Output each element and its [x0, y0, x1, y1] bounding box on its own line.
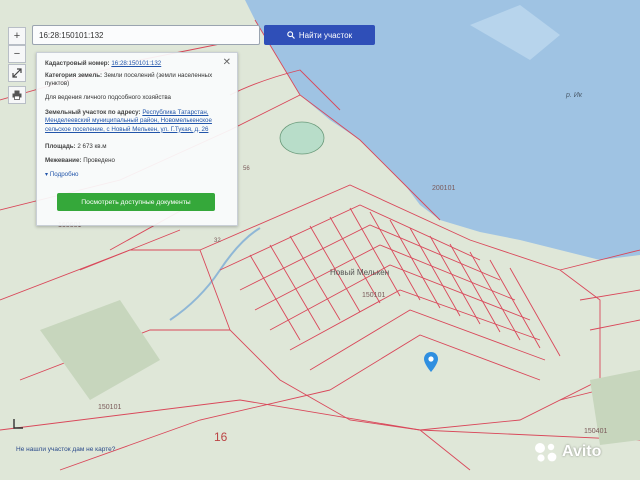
zoom-out-button[interactable]: −	[8, 45, 26, 63]
details-toggle[interactable]: ▾ Подробно	[45, 171, 230, 179]
area-value: 2 673 кв.м	[77, 143, 107, 150]
category-label: Категория земель:	[45, 72, 103, 79]
print-button[interactable]	[8, 86, 26, 104]
expand-icon	[12, 68, 22, 78]
find-parcel-label: Найти участок	[298, 30, 353, 40]
map-label-village: Новый Мелькен	[330, 268, 390, 277]
survey-value: Проведено	[83, 157, 115, 164]
small-lake	[279, 121, 325, 155]
zoom-in-button[interactable]: +	[8, 27, 26, 45]
area-label: Площадь:	[45, 143, 76, 150]
fullscreen-button[interactable]	[8, 64, 26, 82]
use-value: Для ведения личного подсобного хозяйства	[45, 94, 171, 101]
use-row: Для ведения личного подсобного хозяйства	[45, 94, 230, 102]
find-parcel-button[interactable]: Найти участок	[264, 25, 375, 45]
map-label-block-150101: 150101	[362, 292, 386, 299]
parcel-info-panel: ✕ Кадастровый номер: 16:28:150101:132 Ка…	[36, 52, 238, 226]
avito-logo-icon	[535, 443, 557, 462]
caret-down-icon: ▾	[45, 171, 49, 178]
cadastral-search-input[interactable]	[32, 25, 260, 45]
avito-brand-text: Avito	[562, 443, 602, 460]
survey-label: Межевание:	[45, 157, 82, 164]
details-label: Подробно	[49, 171, 79, 178]
location-pin-icon[interactable]	[424, 352, 438, 372]
survey-row: Межевание: Проведено	[45, 157, 230, 165]
map-label-block-150101-left: 150101	[98, 404, 122, 411]
map-label-river: р. Ик	[566, 92, 583, 99]
address-row: Земельный участок по адресу: Республика …	[45, 109, 230, 134]
avito-watermark: Avito	[533, 441, 601, 463]
not-found-link[interactable]: Не нашли участок дам не карте?	[16, 446, 115, 453]
cadastral-row: Кадастровый номер: 16:28:150101:132	[45, 60, 230, 68]
zoom-out-label: −	[13, 48, 21, 60]
map-screen[interactable]: Новый Мелькен р. Ик 200101 160601 150101…	[0, 0, 640, 480]
layers-icon[interactable]	[12, 418, 24, 430]
printer-icon	[12, 90, 22, 100]
cadastral-label: Кадастровый номер:	[45, 60, 110, 67]
category-row: Категория земель: Земли поселений (земли…	[45, 72, 230, 89]
cadastral-link[interactable]: 16:28:150101:132	[111, 60, 161, 67]
map-label-block-56: 56	[243, 166, 250, 172]
address-label: Земельный участок по адресу:	[45, 109, 141, 116]
map-label-block-32: 32	[214, 238, 221, 244]
map-label-block-150401: 150401	[584, 428, 608, 435]
map-label-block-200101: 200101	[432, 185, 456, 192]
view-documents-button[interactable]: Посмотреть доступные документы	[57, 193, 215, 211]
area-row: Площадь: 2 673 кв.м	[45, 143, 230, 151]
zoom-in-label: +	[13, 30, 21, 42]
search-icon	[287, 31, 295, 39]
map-label-block-16: 16	[214, 430, 228, 444]
